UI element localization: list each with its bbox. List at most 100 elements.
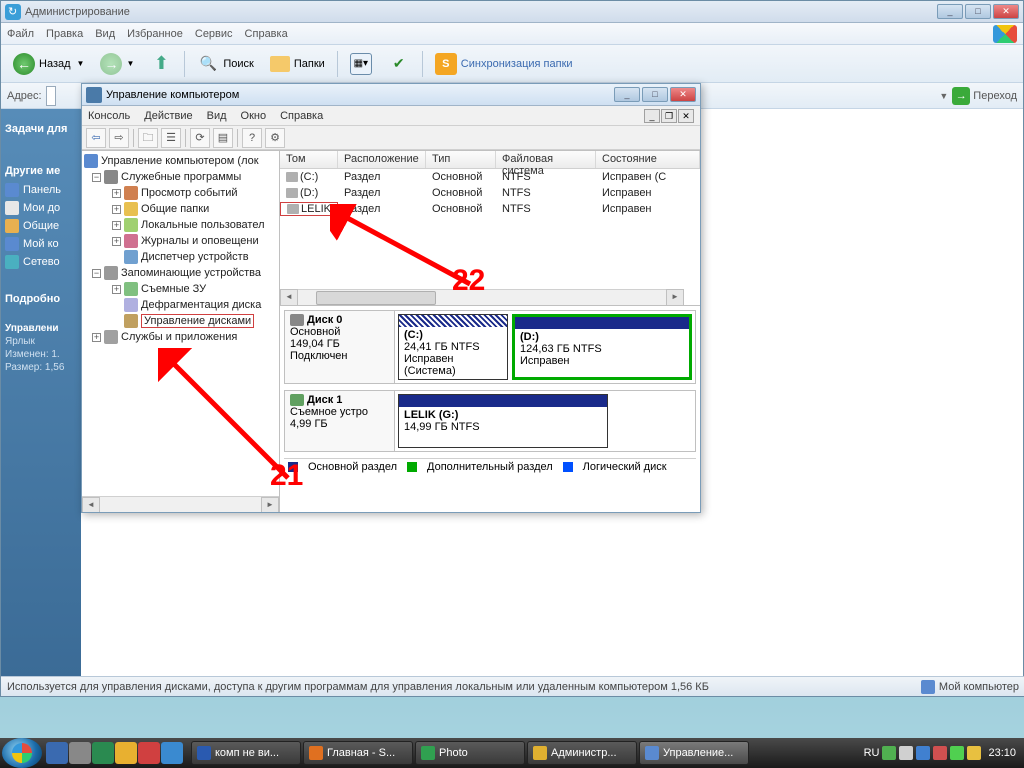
menu-view[interactable]: Вид	[95, 28, 115, 40]
tray-icon[interactable]	[967, 746, 981, 760]
task-word[interactable]: комп не ви...	[191, 741, 301, 765]
task-mmc[interactable]: Управление...	[639, 741, 749, 765]
tb-refresh-button[interactable]: ⟳	[190, 128, 210, 148]
language-indicator[interactable]: RU	[864, 747, 880, 759]
tree-storage[interactable]: −Запоминающие устройства	[84, 265, 277, 281]
partition-d-selected[interactable]: (D:)124,63 ГБ NTFSИсправен	[512, 314, 692, 380]
side-item-shared[interactable]: Общие	[5, 217, 77, 235]
side-item-pc[interactable]: Мой ко	[5, 235, 77, 253]
partition-c[interactable]: (C:)24,41 ГБ NTFSИсправен (Система)	[398, 314, 508, 380]
menu-help[interactable]: Справка	[245, 28, 288, 40]
expand-icon[interactable]: +	[112, 189, 121, 198]
disk-header[interactable]: Диск 1 Съемное устро 4,99 ГБ	[285, 391, 395, 451]
tray-volume-icon[interactable]	[899, 746, 913, 760]
mmc-menu-action[interactable]: Действие	[144, 110, 192, 122]
col-volume[interactable]: Том	[280, 151, 338, 168]
expand-icon[interactable]: +	[112, 237, 121, 246]
tree-root[interactable]: Управление компьютером (лок	[84, 153, 277, 169]
tb-back-button[interactable]: ⇦	[86, 128, 106, 148]
side-item-docs[interactable]: Мои до	[5, 199, 77, 217]
tb-props-button[interactable]: ☰	[161, 128, 181, 148]
tray-icon[interactable]	[950, 746, 964, 760]
tray-icon[interactable]	[882, 746, 896, 760]
col-status[interactable]: Состояние	[596, 151, 700, 168]
views-button[interactable]: ▦▾	[344, 50, 378, 78]
minimize-button[interactable]: _	[937, 4, 963, 19]
volume-row[interactable]: (C:) Раздел Основной NTFS Исправен (С	[280, 169, 700, 185]
mmc-close-button[interactable]: ✕	[670, 87, 696, 102]
mmc-menu-window[interactable]: Окно	[241, 110, 267, 122]
side-item-cp[interactable]: Панель	[5, 181, 77, 199]
mmc-titlebar[interactable]: Управление компьютером _ □ ✕	[82, 84, 700, 106]
ql-download-icon[interactable]	[92, 742, 114, 764]
admin-titlebar[interactable]: Администрирование _ □ ✕	[1, 1, 1023, 23]
close-button[interactable]: ✕	[993, 4, 1019, 19]
menu-file[interactable]: Файл	[7, 28, 34, 40]
tree-logs[interactable]: +Журналы и оповещени	[84, 233, 277, 249]
ql-ie-icon[interactable]	[46, 742, 68, 764]
forward-button[interactable]: →▼	[94, 50, 140, 78]
col-fs[interactable]: Файловая система	[496, 151, 596, 168]
expand-icon[interactable]: +	[92, 333, 101, 342]
tree-scrollbar-h[interactable]	[82, 496, 279, 512]
mmc-menu-console[interactable]: Консоль	[88, 110, 130, 122]
go-button[interactable]: →Переход	[952, 87, 1017, 105]
maximize-button[interactable]: □	[965, 4, 991, 19]
tree-devmgr[interactable]: Диспетчер устройств	[84, 249, 277, 265]
tree-users[interactable]: +Локальные пользовател	[84, 217, 277, 233]
expand-icon[interactable]: +	[112, 221, 121, 230]
doc-close-button[interactable]: ✕	[678, 109, 694, 123]
ql-desktop-icon[interactable]	[69, 742, 91, 764]
up-button[interactable]: ⬆	[144, 50, 178, 78]
tree-removable[interactable]: +Съемные ЗУ	[84, 281, 277, 297]
sync-button[interactable]: SСинхронизация папки	[429, 50, 579, 78]
expand-icon[interactable]: +	[112, 205, 121, 214]
mmc-maximize-button[interactable]: □	[642, 87, 668, 102]
partition-lelik[interactable]: LELIK (G:)14,99 ГБ NTFS	[398, 394, 608, 448]
clock[interactable]: 23:10	[988, 747, 1016, 759]
dropdown-icon[interactable]: ▼	[939, 91, 948, 101]
col-layout[interactable]: Расположение	[338, 151, 426, 168]
volume-row[interactable]: (D:) Раздел Основной NTFS Исправен	[280, 185, 700, 201]
mmc-menu-help[interactable]: Справка	[280, 110, 323, 122]
ql-app-icon[interactable]	[138, 742, 160, 764]
task-firefox[interactable]: Главная - S...	[303, 741, 413, 765]
tree-shared[interactable]: +Общие папки	[84, 201, 277, 217]
tray-network-icon[interactable]	[916, 746, 930, 760]
mmc-minimize-button[interactable]: _	[614, 87, 640, 102]
ql-folder-icon[interactable]	[115, 742, 137, 764]
collapse-icon[interactable]: −	[92, 173, 101, 182]
search-button[interactable]: 🔍Поиск	[191, 50, 259, 78]
tb-settings-button[interactable]: ⚙	[265, 128, 285, 148]
back-button[interactable]: ←Назад▼	[7, 50, 90, 78]
scrollbar-thumb[interactable]	[316, 291, 436, 305]
tree-events[interactable]: +Просмотр событий	[84, 185, 277, 201]
tb-forward-button[interactable]: ⇨	[109, 128, 129, 148]
tray-security-icon[interactable]	[933, 746, 947, 760]
doc-minimize-button[interactable]: _	[644, 109, 660, 123]
tb-up-button[interactable]: 🗀	[138, 128, 158, 148]
tb-list-button[interactable]: ▤	[213, 128, 233, 148]
folders-button[interactable]: Папки	[264, 53, 331, 75]
expand-icon[interactable]: +	[112, 285, 121, 294]
menu-tools[interactable]: Сервис	[195, 28, 233, 40]
doc-restore-button[interactable]: ❐	[661, 109, 677, 123]
tree-services[interactable]: +Службы и приложения	[84, 329, 277, 345]
collapse-icon[interactable]: −	[92, 269, 101, 278]
tb-help-button[interactable]: ?	[242, 128, 262, 148]
col-type[interactable]: Тип	[426, 151, 496, 168]
disk-header[interactable]: Диск 0 Основной 149,04 ГБ Подключен	[285, 311, 395, 383]
check-button[interactable]: ✔	[382, 50, 416, 78]
volume-row-highlighted[interactable]: LELIK Раздел Основной NTFS Исправен	[280, 201, 700, 217]
tree-systools[interactable]: −Служебные программы	[84, 169, 277, 185]
ql-app2-icon[interactable]	[161, 742, 183, 764]
start-button[interactable]	[2, 738, 42, 768]
tree-diskmgmt[interactable]: Управление дисками	[84, 313, 277, 329]
tree-defrag[interactable]: Дефрагментация диска	[84, 297, 277, 313]
task-admin[interactable]: Администр...	[527, 741, 637, 765]
mmc-menu-view[interactable]: Вид	[207, 110, 227, 122]
task-photo[interactable]: Photo	[415, 741, 525, 765]
menu-fav[interactable]: Избранное	[127, 28, 183, 40]
menu-edit[interactable]: Правка	[46, 28, 83, 40]
address-input[interactable]	[46, 86, 56, 106]
